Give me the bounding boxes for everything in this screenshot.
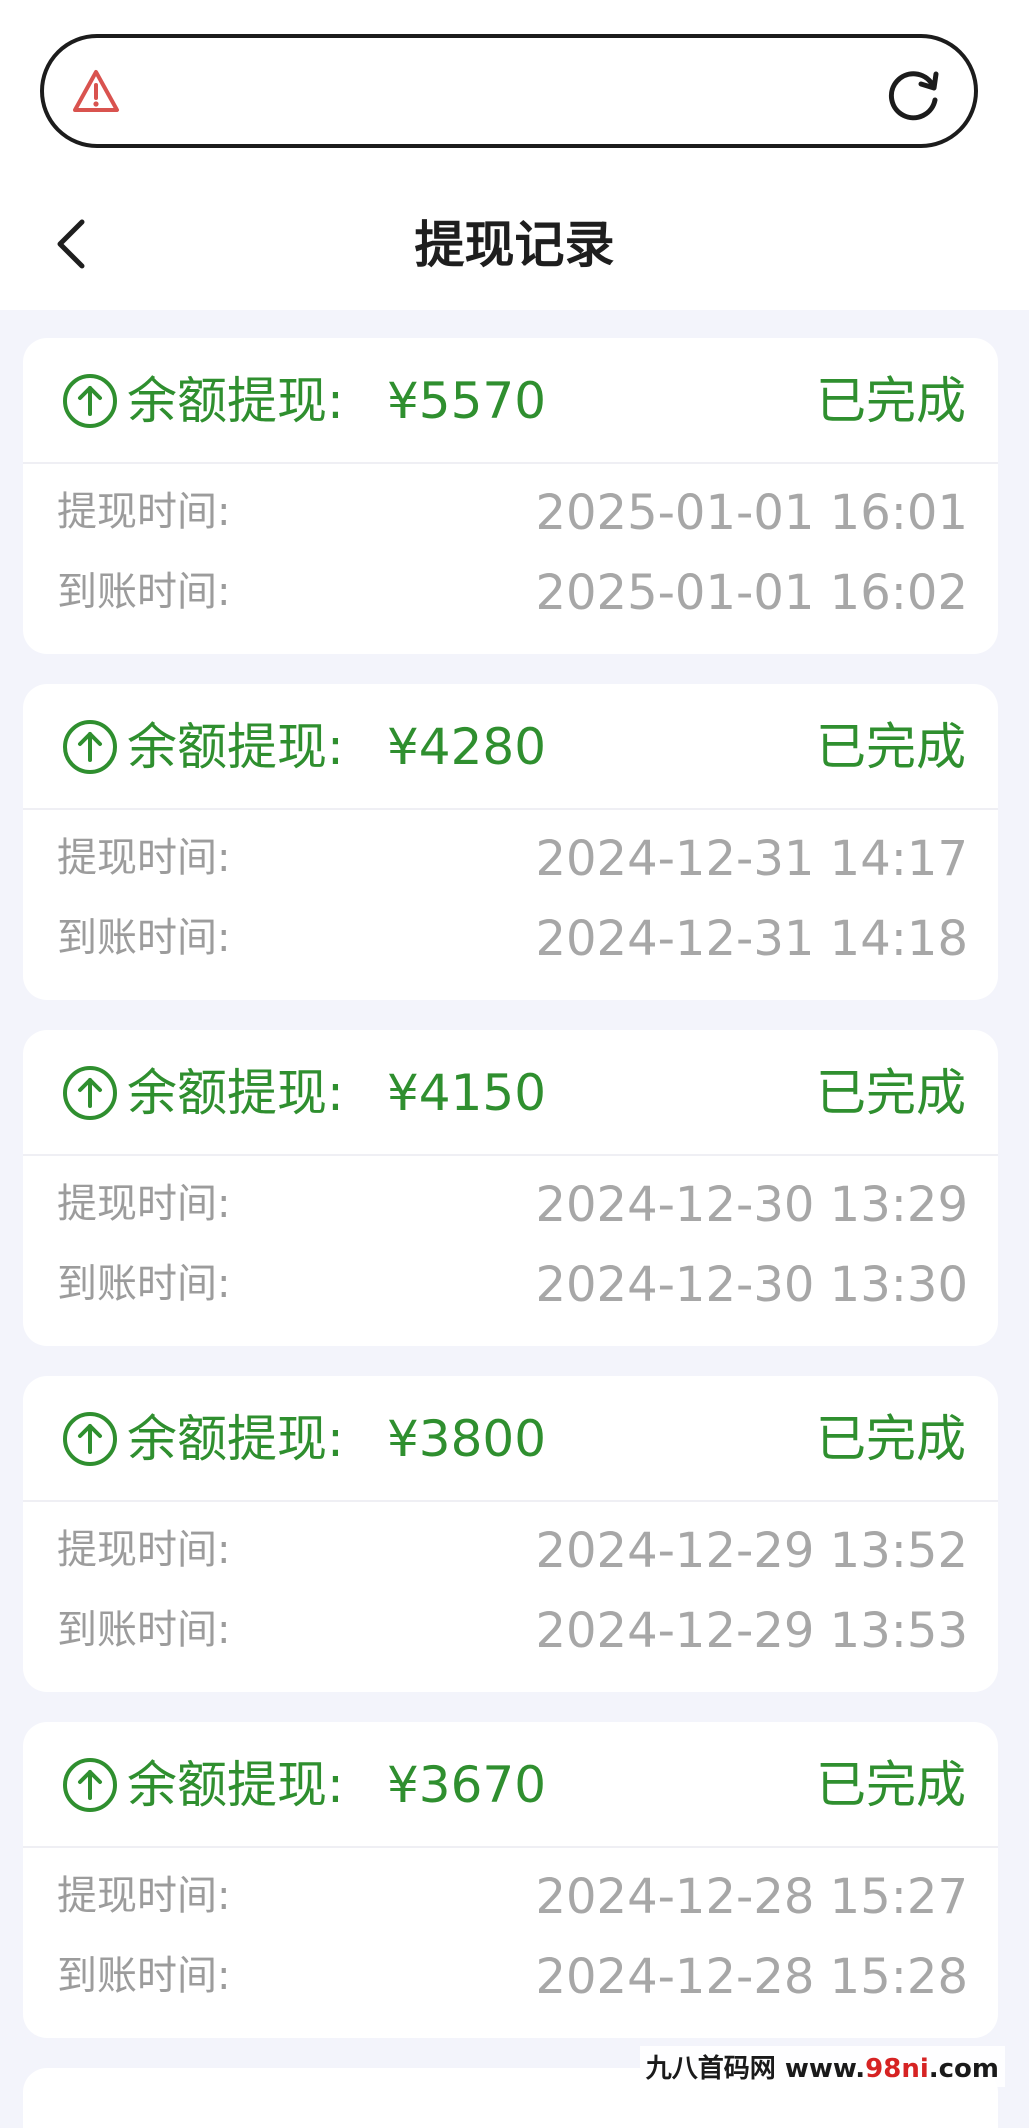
record-amount: ¥5570 xyxy=(387,372,547,430)
site-watermark: 九八首码网 www.98ni.com xyxy=(639,2046,1005,2087)
watermark-url-highlight: 98ni xyxy=(865,2054,929,2084)
withdrawal-record-card[interactable]: 余额提现: ¥3670 已完成 提现时间: 2024-12-28 15:27 到… xyxy=(23,1722,998,2038)
record-header: 余额提现: ¥4280 已完成 xyxy=(23,684,998,810)
record-status: 已完成 xyxy=(816,372,966,430)
arrive-time-value: 2024-12-28 15:28 xyxy=(535,1949,968,2005)
record-header: 余额提现: ¥3800 已完成 xyxy=(23,1376,998,1502)
withdrawal-record-list: 余额提现: ¥5570 已完成 提现时间: 2025-01-01 16:01 到… xyxy=(23,338,998,2128)
withdraw-time-label: 提现时间: xyxy=(57,1527,231,1573)
arrive-time-value: 2024-12-29 13:53 xyxy=(535,1603,968,1659)
withdraw-time-value: 2024-12-31 14:17 xyxy=(535,831,968,887)
withdraw-time-value: 2024-12-29 13:52 xyxy=(535,1523,968,1579)
warning-triangle-icon[interactable] xyxy=(72,68,120,114)
record-header: 余额提现: ¥5570 已完成 xyxy=(23,338,998,464)
record-amount: ¥3670 xyxy=(387,1756,547,1814)
watermark-url-suffix: .com xyxy=(928,2054,999,2084)
page-title: 提现记录 xyxy=(414,216,615,274)
record-type-label: 余额提现: xyxy=(127,1756,344,1814)
withdraw-time-label: 提现时间: xyxy=(57,1181,231,1227)
withdrawal-record-card[interactable]: 余额提现: ¥3800 已完成 提现时间: 2024-12-29 13:52 到… xyxy=(23,1376,998,1692)
watermark-url-prefix: www. xyxy=(784,2054,866,2084)
arrow-up-circle-icon xyxy=(63,1758,117,1812)
withdraw-time-label: 提现时间: xyxy=(57,489,231,535)
record-header: 余额提现: ¥3670 已完成 xyxy=(23,1722,998,1848)
record-header: 余额提现: ¥4150 已完成 xyxy=(23,1030,998,1156)
arrow-up-circle-icon xyxy=(63,1412,117,1466)
arrive-time-value: 2024-12-31 14:18 xyxy=(535,911,968,967)
record-type-label: 余额提现: xyxy=(127,372,344,430)
withdraw-time-label: 提现时间: xyxy=(57,835,231,881)
record-status: 已完成 xyxy=(816,1410,966,1468)
withdraw-time-value: 2024-12-30 13:29 xyxy=(535,1177,968,1233)
record-status: 已完成 xyxy=(816,1064,966,1122)
record-type-label: 余额提现: xyxy=(127,718,344,776)
withdraw-time-value: 2025-01-01 16:01 xyxy=(535,485,968,541)
arrive-time-value: 2024-12-30 13:30 xyxy=(535,1257,968,1313)
withdraw-time-value: 2024-12-28 15:27 xyxy=(535,1869,968,1925)
reload-icon[interactable] xyxy=(884,64,944,124)
arrive-time-label: 到账时间: xyxy=(57,1261,231,1307)
arrive-time-label: 到账时间: xyxy=(57,1607,231,1653)
withdrawal-record-card[interactable]: 余额提现: ¥4280 已完成 提现时间: 2024-12-31 14:17 到… xyxy=(23,684,998,1000)
record-type-label: 余额提现: xyxy=(127,1064,344,1122)
arrow-up-circle-icon xyxy=(63,1066,117,1120)
top-bar: 提现记录 xyxy=(0,0,1029,310)
record-status: 已完成 xyxy=(816,718,966,776)
record-status: 已完成 xyxy=(816,1756,966,1814)
withdraw-time-label: 提现时间: xyxy=(57,1873,231,1919)
arrow-up-circle-icon xyxy=(63,720,117,774)
arrive-time-label: 到账时间: xyxy=(57,569,231,615)
arrive-time-value: 2025-01-01 16:02 xyxy=(535,565,968,621)
record-amount: ¥4150 xyxy=(387,1064,547,1122)
arrive-time-label: 到账时间: xyxy=(57,1953,231,1999)
withdrawal-record-card[interactable]: 余额提现: ¥5570 已完成 提现时间: 2025-01-01 16:01 到… xyxy=(23,338,998,654)
withdrawal-record-card[interactable]: 余额提现: ¥4150 已完成 提现时间: 2024-12-30 13:29 到… xyxy=(23,1030,998,1346)
address-bar[interactable] xyxy=(40,34,978,148)
watermark-site-name: 九八首码网 xyxy=(645,2054,776,2084)
arrow-up-circle-icon xyxy=(63,374,117,428)
record-amount: ¥4280 xyxy=(387,718,547,776)
record-type-label: 余额提现: xyxy=(127,1410,344,1468)
arrive-time-label: 到账时间: xyxy=(57,915,231,961)
record-amount: ¥3800 xyxy=(387,1410,547,1468)
